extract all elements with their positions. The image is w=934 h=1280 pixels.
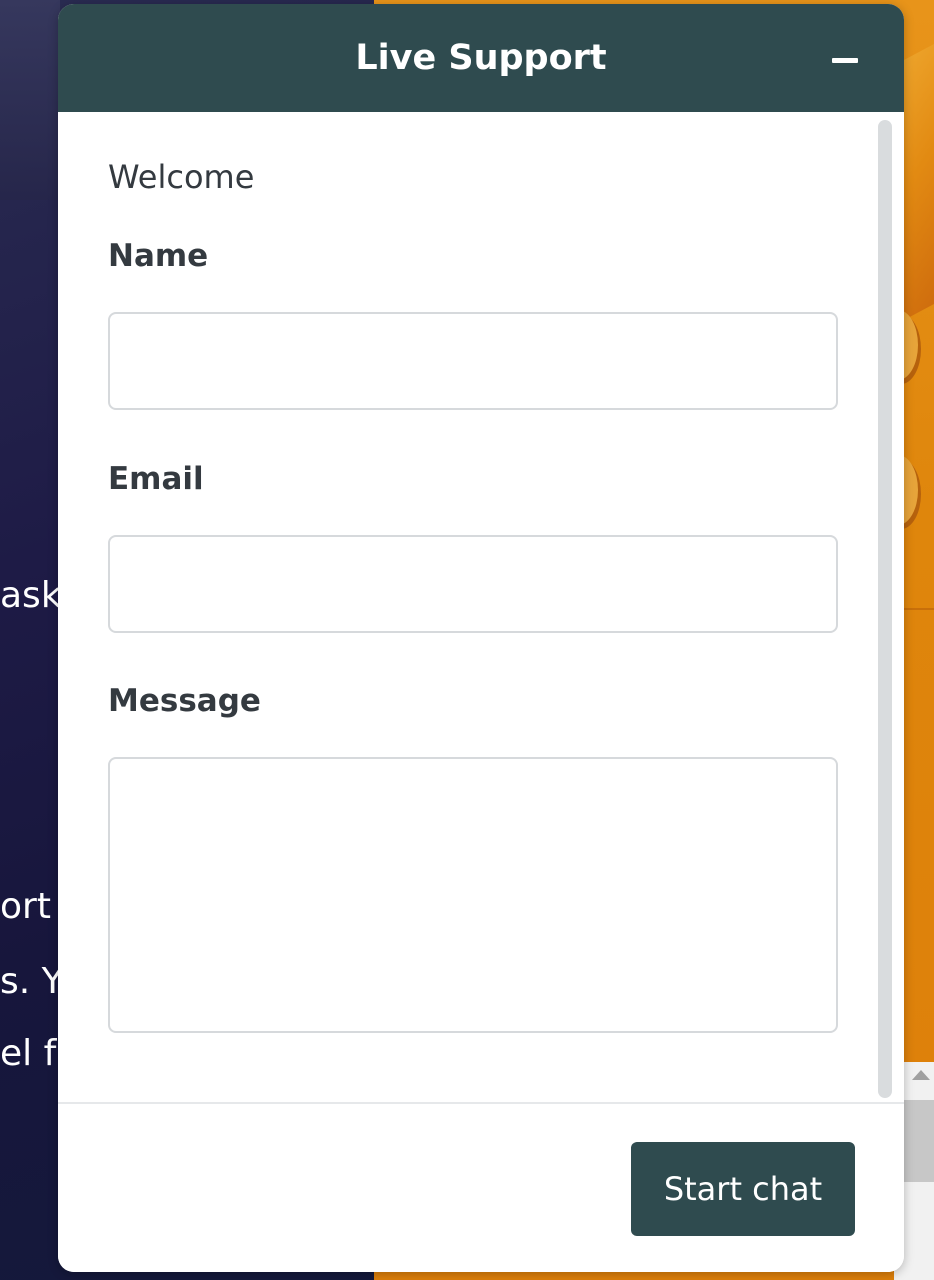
widget-body: Welcome Name Email Message (58, 112, 904, 1102)
background-text-fragment: ort (0, 886, 51, 927)
message-textarea[interactable] (108, 757, 838, 1033)
minimize-button[interactable] (828, 42, 864, 78)
start-chat-button[interactable]: Start chat (631, 1142, 855, 1236)
widget-scrollbar[interactable] (878, 120, 892, 1098)
live-support-widget: Live Support Welcome Name Email Message … (58, 4, 904, 1272)
scroll-up-arrow-icon[interactable] (912, 1070, 930, 1080)
minus-icon (832, 58, 858, 63)
message-label: Message (108, 683, 261, 719)
background-shape (0, 0, 60, 200)
name-input[interactable] (108, 312, 838, 410)
background-text-fragment: s. Y (0, 961, 64, 1002)
name-label: Name (108, 238, 209, 274)
widget-footer: Start chat (58, 1102, 904, 1272)
widget-header[interactable]: Live Support (58, 4, 904, 112)
email-input[interactable] (108, 535, 838, 633)
email-label: Email (108, 461, 204, 497)
widget-title: Live Support (355, 38, 607, 78)
background-text-fragment: ask (0, 575, 62, 616)
welcome-text: Welcome (108, 158, 255, 196)
